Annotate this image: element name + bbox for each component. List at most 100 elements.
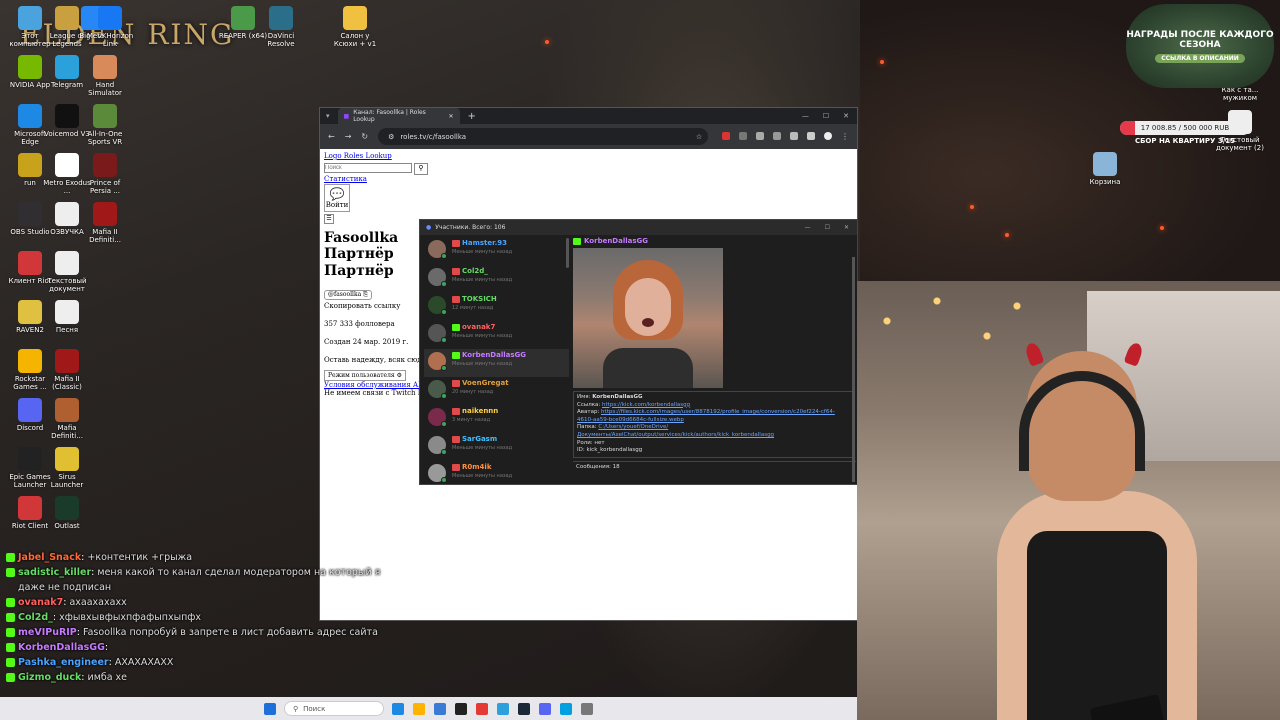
stats-link[interactable]: Статистика (324, 175, 367, 183)
extension-icon[interactable] (756, 132, 764, 140)
desktop-icon[interactable]: Prince of Persia ... (80, 153, 130, 195)
avatar (428, 408, 447, 427)
user-search-button[interactable]: ⚲ (414, 163, 428, 175)
reload-icon[interactable]: ↻ (361, 132, 368, 141)
desktop-icon[interactable]: Mafia Definiti... (42, 398, 92, 440)
app-icon (18, 300, 42, 324)
close-icon[interactable]: ✕ (843, 112, 849, 120)
taskbar-app-icon[interactable] (497, 702, 509, 715)
desktop-icon[interactable]: Sirus Launcher (42, 447, 92, 489)
folder-link[interactable]: C:/Users/youef/OneDrive/Документы/AxelCh… (577, 424, 774, 438)
back-icon[interactable]: ← (328, 132, 335, 141)
list-scrollbar[interactable] (566, 238, 569, 268)
twitch-login-button[interactable]: 💬 Войти (324, 184, 350, 212)
desktop-icon[interactable]: Текстовый документ (42, 251, 92, 293)
online-status-icon (441, 477, 447, 483)
folder-label: Папка: (577, 424, 597, 431)
extension-icon[interactable] (739, 132, 747, 140)
participant-item[interactable]: KorbenDallasGG Меньше минуты назад (424, 349, 569, 377)
avatar-link[interactable]: https://files.kick.com/images/user/88781… (577, 409, 835, 423)
download-icon[interactable] (807, 132, 815, 140)
avatar-image (573, 248, 723, 388)
tab-close-icon[interactable]: ✕ (448, 113, 453, 120)
desktop-icon[interactable]: Outlast (42, 496, 92, 530)
minimize-icon[interactable]: — (805, 224, 811, 231)
taskbar-app-icon[interactable] (413, 702, 425, 715)
terms-link[interactable]: Условия обслуживания API (324, 381, 426, 389)
desktop-icon[interactable]: Mafia II Definiti... (80, 202, 130, 244)
new-tab-icon[interactable]: + (468, 111, 476, 122)
desktop-icon[interactable]: Hand Simulator (80, 55, 130, 97)
avatar-label: Аватар: (577, 409, 600, 416)
desktop-icon[interactable]: Mafia II (Classic) (42, 349, 92, 391)
desktop-icon[interactable]: Салон у Ксюхи + v1 (330, 6, 380, 48)
taskbar-app-icon[interactable] (455, 702, 467, 715)
app-icon (55, 300, 79, 324)
bookmark-star-icon[interactable]: ☆ (696, 133, 702, 141)
extension-icon[interactable] (722, 132, 730, 140)
desktop-icon-label: Песня (55, 326, 79, 334)
participant-item[interactable]: R0m4ik Меньше минуты назад (424, 461, 569, 485)
app-icon (55, 153, 79, 177)
taskbar-app-icon[interactable] (581, 702, 593, 715)
participant-last-seen: 20 минут назад (452, 389, 494, 395)
chat-username: Jabel_Snack (18, 552, 82, 563)
logo-link[interactable]: Logo Roles Lookup (324, 152, 392, 160)
browser-tab[interactable]: ■ Канал: Fasoollka | Roles Lookup ✕ (337, 108, 460, 124)
profile-icon[interactable] (824, 132, 832, 140)
taskbar-app-icon[interactable] (476, 702, 488, 715)
taskbar-app-icon[interactable] (518, 702, 530, 715)
desktop-icon[interactable]: Meta Horizon Link (85, 6, 135, 48)
handle-copy-button[interactable]: @fasoollka ⎘ (324, 290, 372, 300)
platform-badge-icon (452, 407, 460, 415)
app-icon (18, 398, 42, 422)
search-input[interactable] (324, 163, 412, 173)
chat-text: имба хе (87, 672, 128, 683)
participant-item[interactable]: VoenGregat 20 минут назад (424, 377, 569, 405)
extensions-puzzle-icon[interactable] (773, 132, 781, 140)
menu-button[interactable]: ☰ (324, 214, 334, 224)
user-mode-button[interactable]: Режим пользователя ⚙ (324, 370, 406, 381)
participant-item[interactable]: ovanak7 Меньше минуты назад (424, 321, 569, 349)
messages-count: Сообщения: 18 (573, 460, 856, 472)
tab-menu-icon[interactable]: ▾ (326, 112, 330, 120)
maximize-icon[interactable]: ☐ (823, 112, 829, 120)
site-info-icon[interactable]: ⚙ (388, 133, 394, 141)
app-icon (98, 6, 122, 30)
close-icon[interactable]: ✕ (844, 224, 849, 231)
address-input[interactable]: ⚙ roles.tv/c/fasoollka ☆ (378, 128, 709, 145)
desktop-icon-label: Outlast (54, 522, 80, 530)
desktop-icon[interactable]: DaVinci Resolve (256, 6, 306, 48)
taskbar-app-icon[interactable] (434, 702, 446, 715)
participant-item[interactable]: naikennn 3 минут назад (424, 405, 569, 433)
kick-badge-icon (573, 237, 581, 245)
taskbar-app-icon[interactable] (560, 702, 572, 715)
app-icon (343, 6, 367, 30)
taskbar-app-icon[interactable] (392, 702, 404, 715)
maximize-icon[interactable]: ☐ (825, 224, 830, 231)
taskbar-search[interactable]: ⚲ Поиск (284, 701, 384, 716)
online-status-icon (441, 365, 447, 371)
chat-text: +контентик +грыжа (87, 552, 193, 563)
chat-text: ахаахахахх (69, 597, 127, 608)
participant-item[interactable]: SarGasm Меньше минуты назад (424, 433, 569, 461)
start-icon[interactable] (264, 702, 276, 715)
app-icon (55, 447, 79, 471)
profile-link[interactable]: https://kick.com/korbendallasgg (602, 402, 690, 408)
forward-icon[interactable]: → (345, 132, 352, 141)
taskbar-app-icon[interactable] (539, 702, 551, 715)
participant-item[interactable]: TOKSICH 12 минут назад (424, 293, 569, 321)
browser-menu-icon[interactable]: ⋮ (841, 132, 849, 141)
stream-chat: Jabel_Snack: +контентик +грыжа sadistic_k… (6, 550, 386, 685)
platform-badge-icon (452, 323, 460, 331)
minimize-icon[interactable]: — (802, 112, 809, 120)
detail-scrollbar[interactable] (852, 257, 855, 482)
desktop-icon[interactable]: Песня (42, 300, 92, 334)
chat-message: meVIPuRIP: Fasoollka попробуй в запрете … (6, 625, 386, 640)
detail-info: Имя: KorbenDallasGG Ссылка: https://kick… (573, 391, 853, 458)
desktop-icon[interactable]: All-In-One Sports VR (80, 104, 130, 146)
tab-search-icon[interactable] (790, 132, 798, 140)
desktop-icon[interactable]: Корзина (1080, 152, 1130, 186)
participant-item[interactable]: Col2d_ Меньше минуты назад (424, 265, 569, 293)
participant-item[interactable]: Hamster.93 Меньше минуты назад (424, 237, 569, 265)
